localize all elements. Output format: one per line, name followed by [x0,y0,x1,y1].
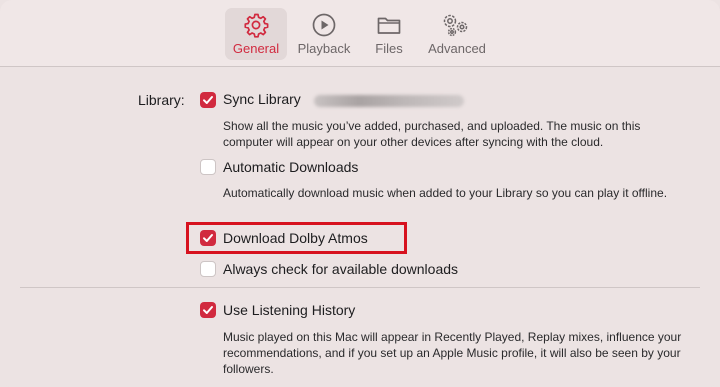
tab-playback[interactable]: Playback [293,8,355,60]
redacted-account [314,95,464,107]
settings-toolbar: General Playback Files Advanced [0,0,720,67]
sync-library-description: Show all the music you’ve added, purchas… [223,119,641,149]
listening-history-description: Music played on this Mac will appear in … [223,330,682,376]
download-dolby-atmos-checkbox[interactable] [200,230,216,246]
tab-playback-label: Playback [297,41,351,56]
tab-general-label: General [232,41,280,56]
checkmark-icon [203,96,213,104]
always-check-checkbox[interactable] [200,261,216,277]
general-settings-pane: Library: Sync Library Show all the music… [0,67,720,387]
tab-general[interactable]: General [225,8,287,60]
download-dolby-atmos-label: Download Dolby Atmos [223,230,368,246]
sync-library-checkbox[interactable] [200,92,216,108]
sync-library-label: Sync Library [223,91,301,107]
checkmark-icon [203,306,213,314]
folder-icon [377,17,401,34]
tab-files-label: Files [375,41,403,56]
always-check-label: Always check for available downloads [223,261,459,277]
play-circle-icon [312,13,336,37]
gear-icon [244,13,269,38]
listening-history-checkbox[interactable] [200,302,216,318]
library-section-label: Library: [138,92,185,108]
checkmark-icon [203,234,213,242]
tab-advanced-label: Advanced [428,41,486,56]
settings-window: General Playback Files Advanced Library:… [0,0,720,387]
section-divider [20,287,700,288]
gears-icon [443,14,468,37]
listening-history-label: Use Listening History [223,302,356,318]
automatic-downloads-description: Automatically download music when added … [223,186,668,200]
tab-files[interactable]: Files [362,8,416,60]
automatic-downloads-checkbox[interactable] [200,159,216,175]
tab-advanced[interactable]: Advanced [424,8,490,60]
automatic-downloads-label: Automatic Downloads [223,159,359,175]
